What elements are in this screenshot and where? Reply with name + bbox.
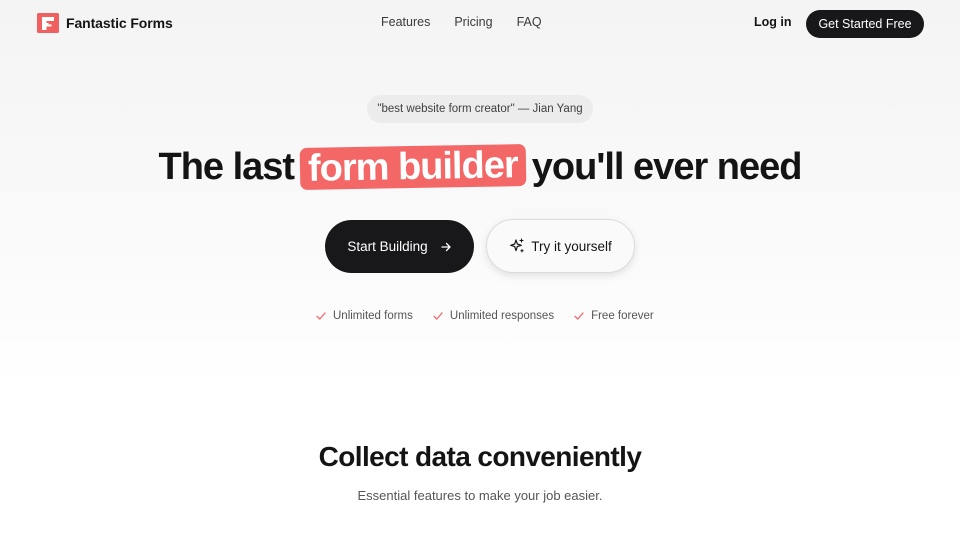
login-link[interactable]: Log in (754, 15, 792, 29)
hero-headline: The last form builder you'll ever need (0, 143, 960, 191)
fantastic-forms-logo-icon (37, 13, 59, 33)
perk-label: Unlimited responses (449, 310, 555, 322)
headline-text-after: you'll ever need (531, 146, 803, 188)
perk-item: Free forever (573, 310, 654, 322)
features-title: Collect data conveniently (318, 441, 642, 472)
check-icon (432, 310, 444, 322)
try-it-yourself-button[interactable]: Try it yourself (486, 219, 635, 273)
nav-link-features[interactable]: Features (381, 15, 430, 29)
sparkle-icon (509, 238, 525, 254)
nav-link-faq[interactable]: FAQ (517, 15, 542, 29)
brand-name: Fantastic Forms (66, 15, 173, 31)
features-subtitle: Essential features to make your job easi… (357, 488, 603, 503)
nav-link-pricing[interactable]: Pricing (454, 15, 492, 29)
perks-list: Unlimited forms Unlimited responses Free… (315, 310, 673, 322)
try-it-yourself-label: Try it yourself (531, 238, 612, 254)
main-nav: Features Pricing FAQ (381, 15, 566, 29)
perk-label: Unlimited forms (333, 310, 413, 322)
brand[interactable]: Fantastic Forms (37, 13, 173, 33)
site-header: Fantastic Forms Features Pricing FAQ Log… (0, 0, 960, 46)
start-building-button[interactable]: Start Building (325, 220, 474, 273)
check-icon (315, 310, 327, 322)
start-building-label: Start Building (347, 239, 428, 254)
arrow-right-icon (440, 241, 452, 253)
perk-item: Unlimited responses (432, 310, 554, 322)
headline-highlight: form builder (299, 144, 527, 190)
perk-label: Free forever (591, 310, 654, 322)
headline-text-before: The last (158, 146, 295, 188)
get-started-button[interactable]: Get Started Free (806, 10, 924, 38)
check-icon (573, 310, 585, 322)
testimonial-pill: "best website form creator" — Jian Yang (367, 95, 593, 123)
perk-item: Unlimited forms (315, 310, 413, 322)
